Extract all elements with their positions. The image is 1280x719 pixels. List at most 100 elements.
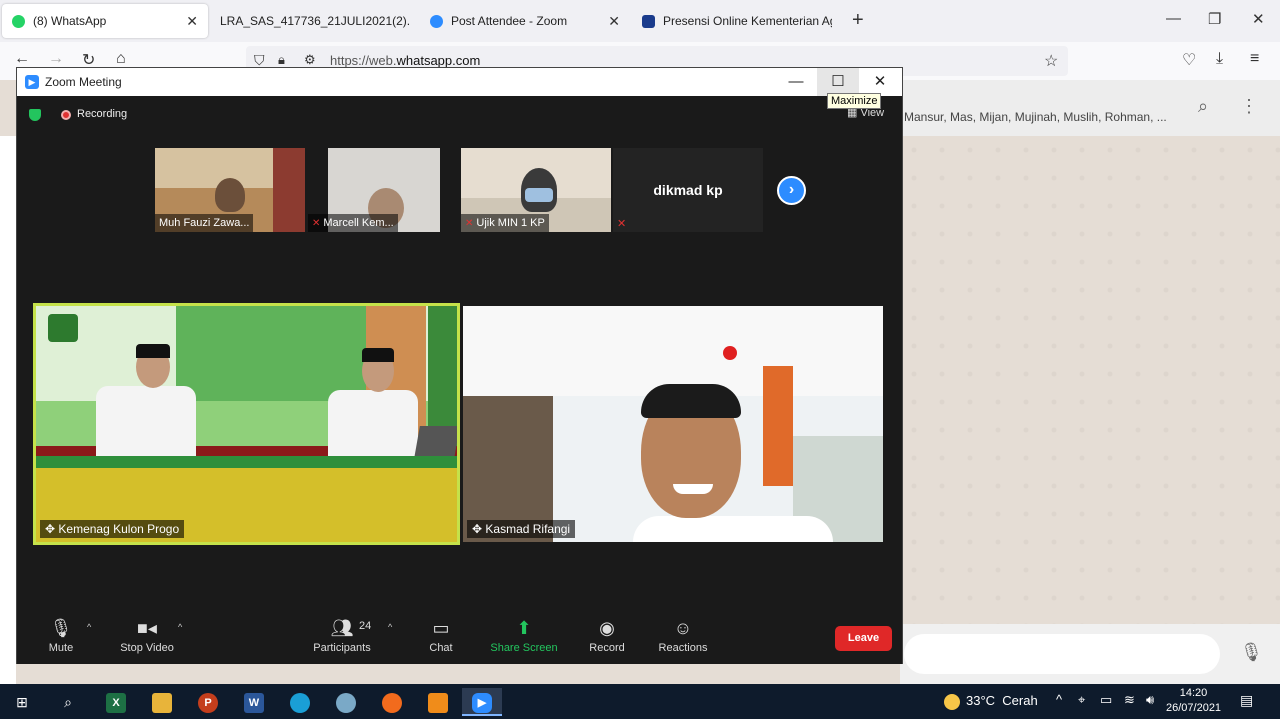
lock-icon[interactable]: 🔒︎ (278, 52, 285, 68)
tab-title: LRA_SAS_417736_21JULI2021(2).pdf (220, 14, 410, 28)
microphone-icon[interactable]: 🎙︎ (1240, 642, 1263, 663)
forward-arrow-icon[interactable]: → (48, 50, 64, 68)
download-icon[interactable]: ⤓ (1216, 50, 1223, 68)
chat-background (900, 136, 1280, 624)
zoom-toolbar: 🎙︎ Mute ^ ■◂ Stop Video ^ 👥︎ Participant… (17, 608, 902, 664)
zoom-icon[interactable]: ▶ (462, 688, 502, 716)
wifi-icon[interactable]: ≋ (1124, 692, 1135, 708)
security-shield-icon[interactable] (29, 109, 41, 121)
windows-start-icon[interactable]: ⊞ (2, 688, 42, 716)
chat-label: Chat (429, 642, 453, 654)
reactions-button[interactable]: ☺ Reactions (655, 618, 711, 654)
url-domain: whatsapp.com (396, 53, 481, 68)
video-options-caret-icon[interactable]: ^ (178, 622, 182, 632)
mute-button[interactable]: 🎙︎ Mute (43, 618, 79, 654)
pocket-icon[interactable]: ♡ (1182, 50, 1196, 70)
window-title: Zoom Meeting (45, 75, 122, 89)
app-icon[interactable] (418, 688, 458, 716)
zoom-meeting-window: ▶ Zoom Meeting — ☐ ✕ Maximize Recording … (16, 67, 903, 664)
restore-icon[interactable]: ❐ (1208, 10, 1221, 28)
whatsapp-icon (12, 14, 25, 28)
url-prefix: https://web. (330, 53, 397, 68)
weather-widget[interactable]: 33°C Cerah (944, 693, 1038, 710)
maximize-icon[interactable]: ☐ (817, 68, 859, 96)
powerpoint-icon[interactable]: P (188, 688, 228, 716)
muted-mic-icon: ✕ (465, 218, 474, 229)
more-options-icon[interactable]: ⋮ (1240, 96, 1258, 117)
weather-temp: 33°C (966, 693, 996, 708)
home-icon[interactable]: ⌂ (116, 50, 126, 68)
zoom-icon: ▶ (25, 75, 39, 89)
windows-taskbar: ⊞ ⌕ X P W ▶ 33°C Cerah ^ ⌖ ▭ ≋ 🔊︎ 14:20 … (0, 684, 1280, 719)
chat-list-edge (0, 136, 16, 684)
record-label: Record (589, 642, 625, 654)
back-arrow-icon[interactable]: ← (14, 50, 30, 68)
edge-icon[interactable] (280, 688, 320, 716)
location-icon[interactable]: ⌖ (1078, 692, 1085, 708)
share-screen-button[interactable]: ⬆ Share Screen (489, 618, 559, 654)
search-icon[interactable]: ⌕ (48, 688, 88, 716)
new-tab-icon[interactable]: + (852, 9, 864, 32)
tab-pdf[interactable]: LRA_SAS_417736_21JULI2021(2).pdf (210, 4, 420, 38)
muted-mic-icon: ✕ (312, 218, 321, 229)
gallery-icon[interactable] (326, 688, 366, 716)
tab-presensi[interactable]: Presensi Online Kementerian Ag (632, 4, 842, 38)
message-input[interactable] (904, 634, 1220, 674)
thumbnail-ujik[interactable]: ✕ Ujik MIN 1 KP (461, 148, 611, 232)
video-tile-kemenag[interactable]: ✥ Kemenag Kulon Progo (33, 303, 460, 545)
share-screen-icon: ⬆ (516, 618, 532, 638)
firefox-icon[interactable] (372, 688, 412, 716)
thumbnail-marcell[interactable]: ✕ Marcell Kem... (308, 148, 440, 232)
hamburger-menu-icon[interactable]: ≡ (1250, 50, 1259, 68)
stop-video-button[interactable]: ■◂ Stop Video (115, 618, 179, 654)
mute-label: Mute (48, 642, 74, 654)
video-tile-kasmad[interactable]: ✥ Kasmad Rifangi (463, 306, 883, 542)
system-clock[interactable]: 14:20 26/07/2021 (1166, 686, 1221, 716)
audio-options-caret-icon[interactable]: ^ (87, 622, 91, 632)
thumbnail-dikmad[interactable]: dikmad kp ✕ (613, 148, 763, 232)
participant-name: ✕ Marcell Kem... (308, 214, 398, 232)
chat-button[interactable]: ▭ Chat (421, 618, 461, 654)
word-icon[interactable]: W (234, 688, 274, 716)
name-text: Kasmad Rifangi (485, 522, 571, 536)
chat-header[interactable]: Mansur, Mas, Mijan, Mujinah, Muslih, Roh… (900, 80, 1280, 136)
reactions-label: Reactions (658, 642, 708, 654)
permissions-icon[interactable]: ⚙ (304, 52, 316, 68)
weather-desc: Cerah (1002, 693, 1038, 708)
tab-title: Presensi Online Kementerian Ag (663, 14, 832, 28)
leave-button[interactable]: Leave (835, 626, 892, 651)
participants-options-caret-icon[interactable]: ^ (388, 622, 392, 632)
participants-label: Participants (313, 642, 371, 654)
minimize-icon[interactable]: — (1166, 10, 1181, 27)
tray-chevron-icon[interactable]: ^ (1056, 692, 1062, 707)
close-window-icon[interactable]: ✕ (1252, 10, 1265, 28)
notification-icon[interactable]: ▤ (1240, 692, 1253, 709)
sun-cloud-icon (944, 693, 960, 710)
close-tab-icon[interactable]: ✕ (186, 13, 198, 30)
recording-icon (61, 110, 71, 120)
tab-title: (8) WhatsApp (33, 14, 107, 28)
battery-icon[interactable]: ▭ (1100, 692, 1112, 708)
close-tab-icon[interactable]: ✕ (608, 13, 620, 30)
record-button[interactable]: ◉ Record (587, 618, 627, 654)
group-members: Mansur, Mas, Mijan, Mujinah, Muslih, Roh… (904, 110, 1167, 124)
pin-icon: ✥ (45, 522, 59, 536)
participant-name: ✥ Kasmad Rifangi (467, 520, 576, 538)
next-page-icon[interactable]: › (777, 176, 806, 205)
zoom-title-bar[interactable]: ▶ Zoom Meeting — ☐ ✕ (17, 68, 902, 96)
record-icon: ◉ (599, 618, 615, 638)
name-text: Kemenag Kulon Progo (58, 522, 180, 536)
muted-mic-icon: ✕ (617, 218, 627, 230)
excel-icon[interactable]: X (96, 688, 136, 716)
thumbnail-muh-fauzi[interactable]: Muh Fauzi Zawa... (155, 148, 305, 232)
tab-whatsapp[interactable]: (8) WhatsApp ✕ (2, 4, 208, 38)
participants-count: 24 (359, 620, 372, 632)
search-icon[interactable]: ⌕ (1198, 96, 1208, 117)
name-text: Marcell Kem... (323, 217, 394, 229)
tab-zoom[interactable]: Post Attendee - Zoom ✕ (420, 4, 630, 38)
volume-icon[interactable]: 🔊︎ (1146, 692, 1154, 708)
minimize-icon[interactable]: — (775, 68, 817, 96)
close-icon[interactable]: ✕ (859, 68, 901, 96)
star-icon[interactable]: ☆ (1044, 51, 1058, 71)
file-explorer-icon[interactable] (142, 688, 182, 716)
